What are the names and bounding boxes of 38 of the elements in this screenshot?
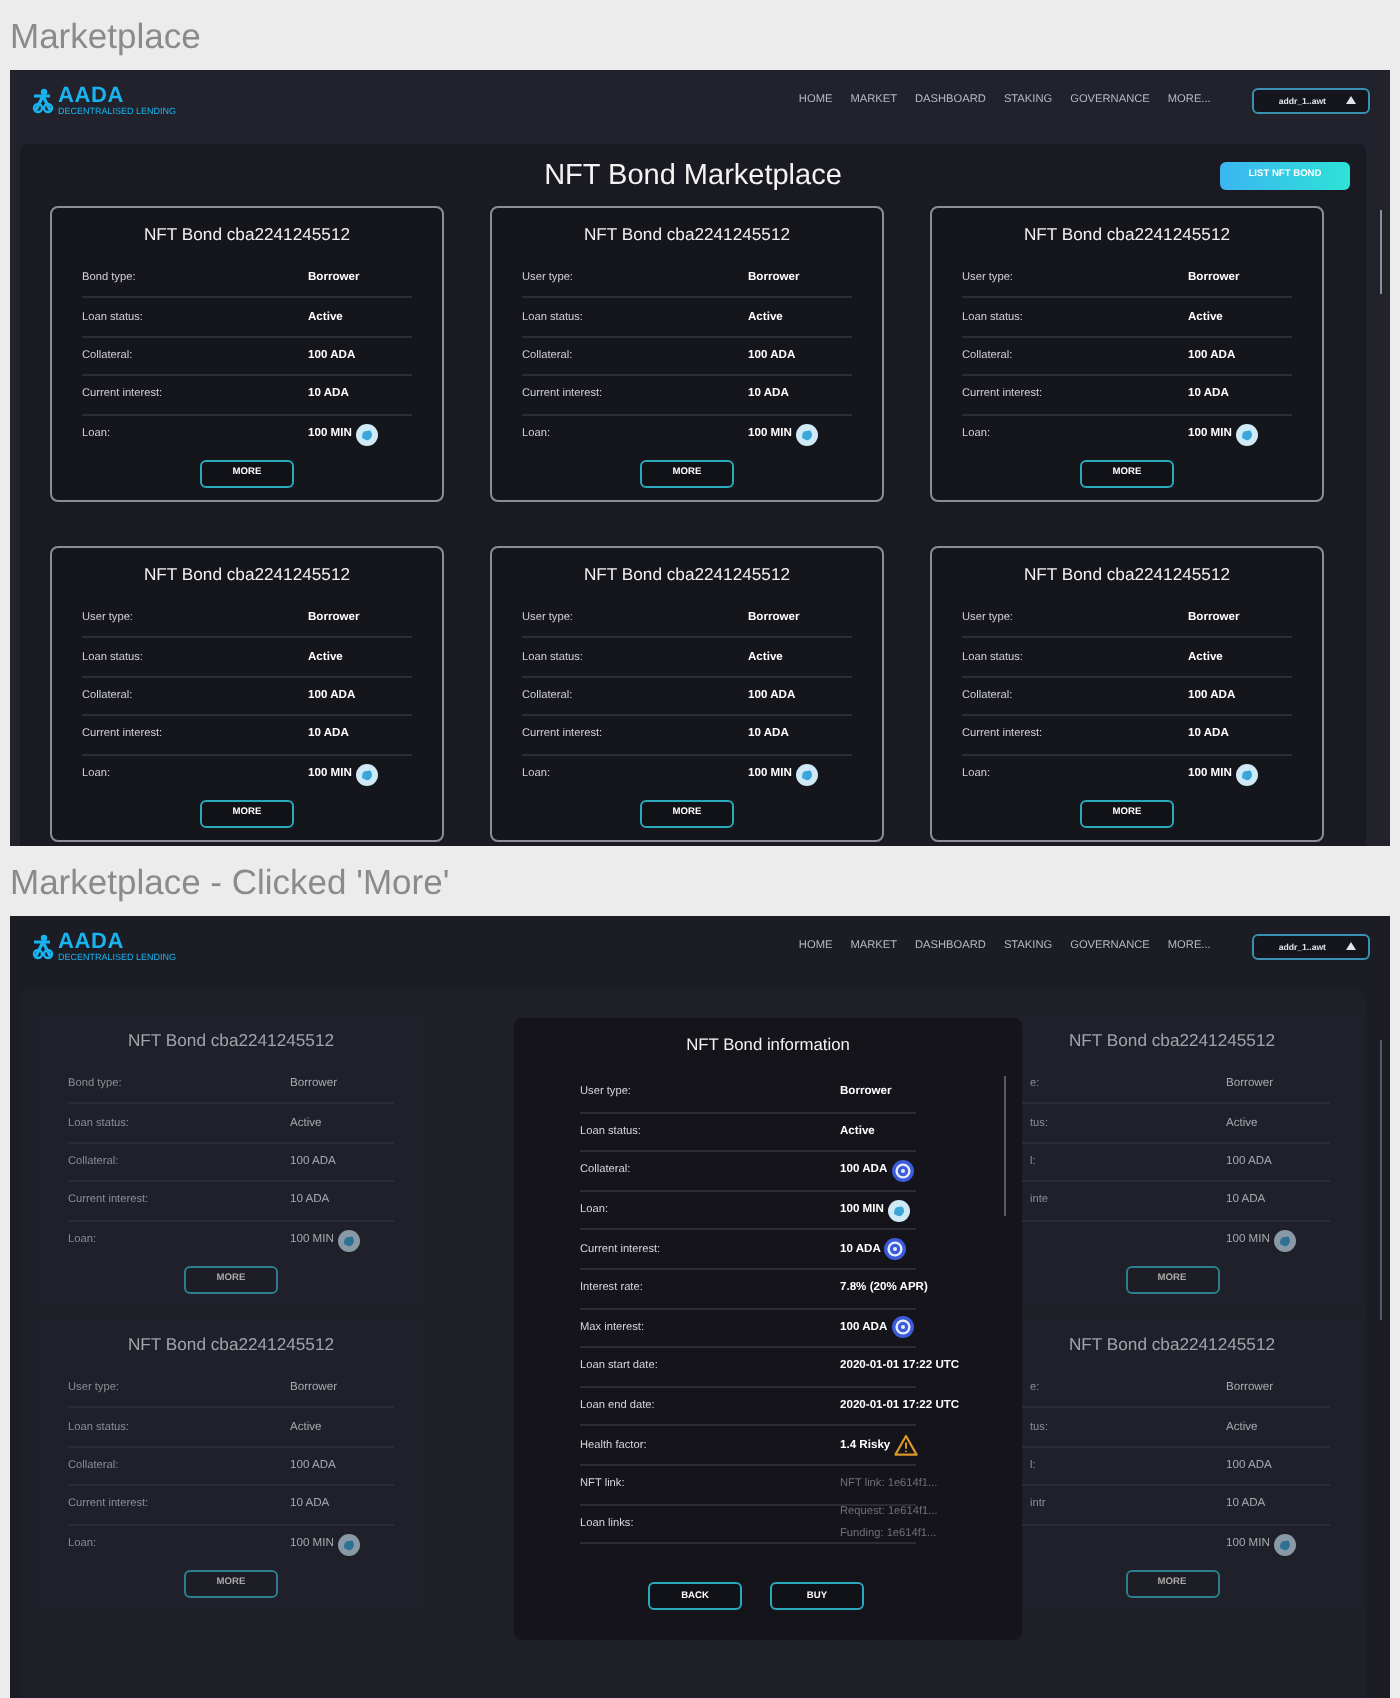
card-title: NFT Bond cba2241245512 <box>581 563 793 588</box>
card-title: NFT Bond cba2241245512 <box>141 224 353 248</box>
scrollbar[interactable] <box>1379 210 1382 294</box>
card-title: NFT Bond cba2241245512 <box>581 224 793 248</box>
coin-icon <box>1273 1533 1296 1556</box>
card-title: NFT Bond cba2241245512 <box>125 1333 337 1358</box>
card-title: NFT Bond cba2241245512 <box>1021 224 1233 248</box>
card-title: NFT Bond cba2241245512 <box>1021 563 1233 588</box>
scrollbar[interactable] <box>1379 1040 1382 1320</box>
coin-icon <box>355 423 378 446</box>
brand-name: AADA <box>58 931 126 951</box>
coin-icon <box>887 1199 910 1222</box>
figure-logo-icon <box>30 933 54 959</box>
coin-icon <box>337 1533 360 1556</box>
brand-name: AADA <box>58 85 126 105</box>
coin-icon <box>1235 423 1258 446</box>
frame-caption: Marketplace <box>8 14 203 60</box>
dialog-title: NFT Bond information <box>684 1034 852 1058</box>
figure-logo-icon <box>30 87 54 113</box>
card-title: NFT Bond cba2241245512 <box>125 1030 337 1054</box>
page-title: NFT Bond Marketplace <box>544 159 842 191</box>
coin-icon <box>1273 1229 1296 1252</box>
caret-icon <box>1346 96 1356 104</box>
ring-coin-icon <box>891 1159 914 1182</box>
coin-icon <box>355 763 378 786</box>
ring-coin-icon <box>884 1238 907 1261</box>
coin-icon <box>795 423 818 446</box>
ring-coin-icon <box>891 1316 914 1339</box>
coin-icon <box>1235 763 1258 786</box>
coin-icon <box>337 1229 360 1252</box>
card-title: NFT Bond cba2241245512 <box>1066 1030 1278 1054</box>
warning-icon <box>894 1434 919 1457</box>
caret-icon <box>1346 942 1356 950</box>
coin-icon <box>795 763 818 786</box>
card-title: NFT Bond cba2241245512 <box>1066 1333 1278 1358</box>
scrollbar[interactable] <box>1003 1076 1006 1216</box>
frame-caption: Marketplace - Clicked 'More' <box>8 860 452 906</box>
card-title: NFT Bond cba2241245512 <box>141 563 353 588</box>
